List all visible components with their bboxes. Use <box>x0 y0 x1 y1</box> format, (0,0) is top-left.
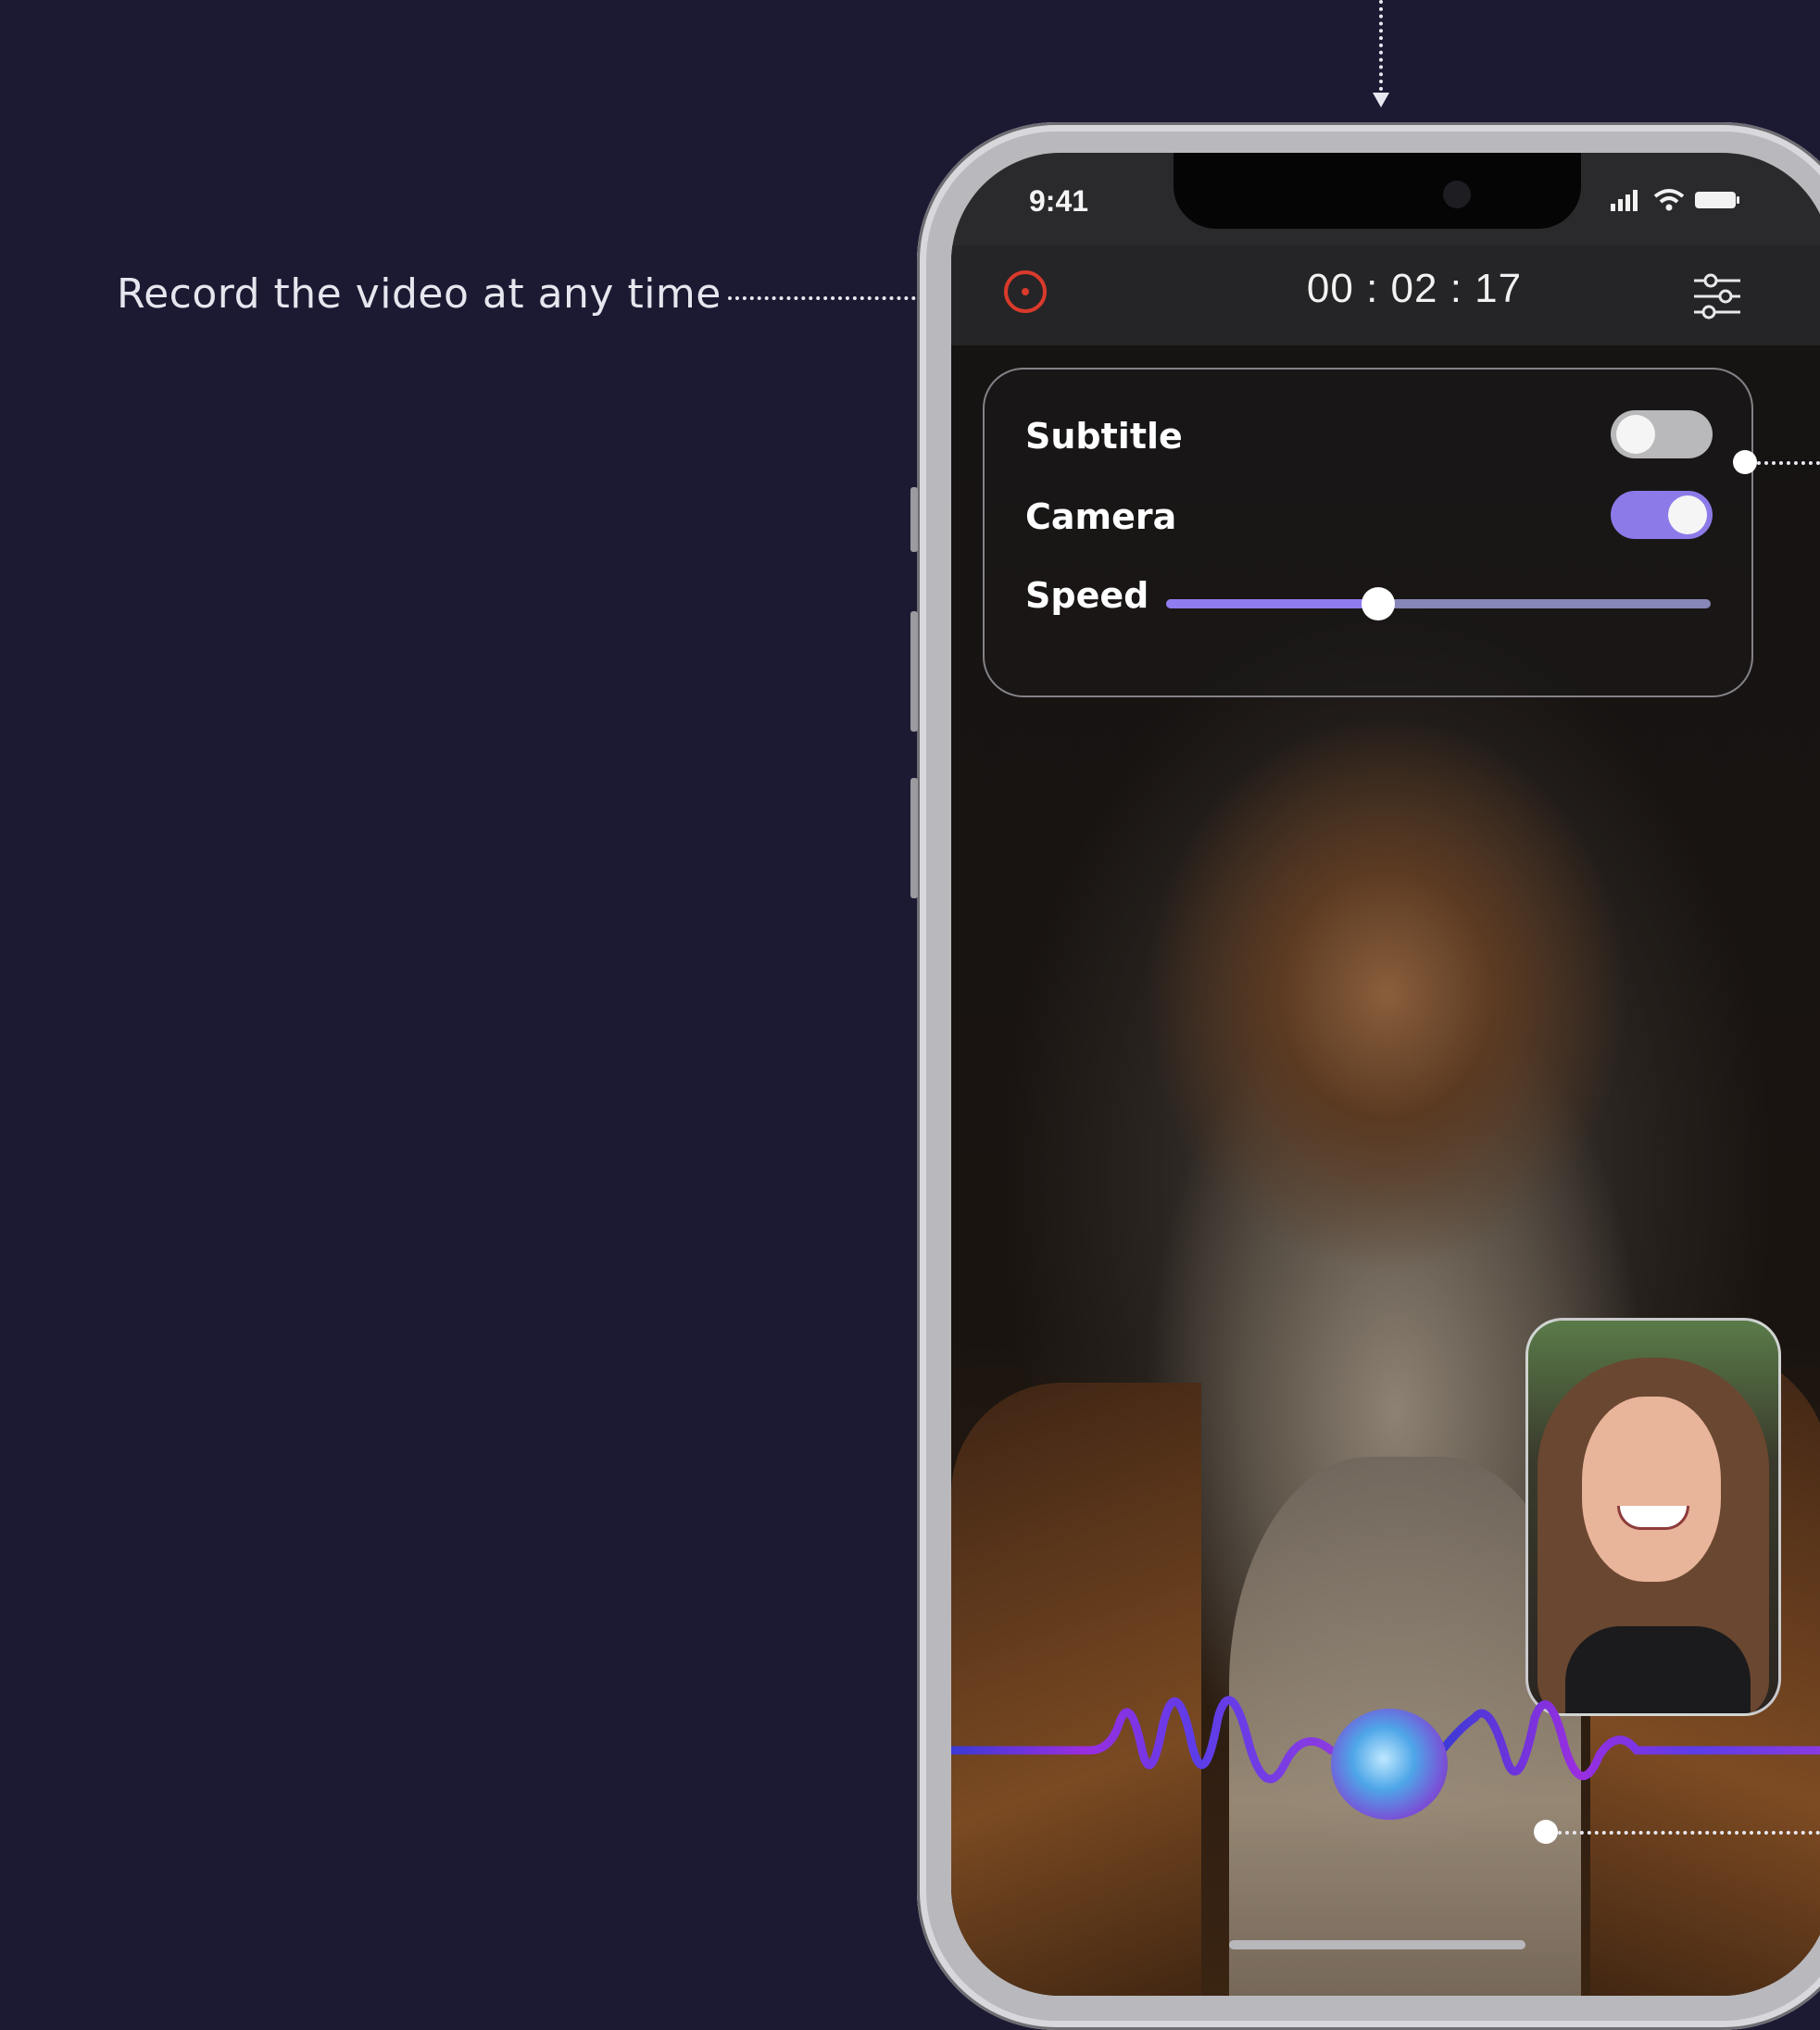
wifi-icon <box>1653 189 1685 211</box>
camera-label: Camera <box>1025 496 1177 537</box>
ai-voice-orb <box>1331 1709 1448 1820</box>
status-icons <box>1609 188 1740 212</box>
phone-volume-up-button <box>910 611 918 732</box>
panel-annotation-dot <box>1733 450 1757 474</box>
battery-icon <box>1695 192 1739 208</box>
phone-volume-down-button <box>910 778 918 898</box>
subtitle-label: Subtitle <box>1025 416 1183 457</box>
front-camera <box>1443 181 1471 208</box>
sliders-icon[interactable] <box>1690 271 1744 321</box>
record-annotation-text: Record the video at any time <box>117 270 722 318</box>
phone-notch <box>1174 153 1581 229</box>
top-annotation-arrow <box>1373 93 1389 107</box>
home-indicator <box>1229 1940 1525 1949</box>
pip-face <box>1582 1397 1721 1582</box>
phone-side-button <box>910 487 918 552</box>
signal-icon <box>1611 190 1638 211</box>
subtitle-toggle[interactable] <box>1611 410 1713 458</box>
camera-toggle-knob <box>1668 495 1707 534</box>
self-camera-preview[interactable] <box>1525 1318 1781 1716</box>
speed-slider-fill <box>1166 599 1379 608</box>
wave-annotation-dot <box>1534 1820 1558 1844</box>
settings-panel: Subtitle Camera Speed <box>983 368 1753 697</box>
wave-annotation-connector <box>1558 1831 1820 1835</box>
subtitle-toggle-knob <box>1616 415 1655 454</box>
record-button[interactable] <box>1004 270 1047 313</box>
record-icon <box>1022 288 1029 295</box>
speed-label: Speed <box>1025 575 1149 616</box>
phone-screen: 9:41 00 : 02 : 17 Subtitle Camera Speed <box>951 153 1820 1996</box>
status-time: 9:41 <box>1029 184 1089 218</box>
camera-toggle[interactable] <box>1611 491 1713 539</box>
speed-slider-thumb[interactable] <box>1362 587 1396 620</box>
top-annotation-connector <box>1379 0 1383 91</box>
panel-annotation-connector <box>1757 461 1820 465</box>
call-timer: 00 : 02 : 17 <box>1306 266 1523 311</box>
